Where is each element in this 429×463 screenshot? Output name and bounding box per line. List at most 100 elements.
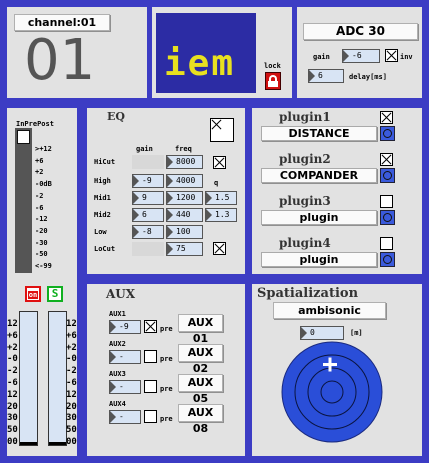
fader-scale-label: 00 [66,437,77,447]
fader-scale-label: +2 [7,342,18,353]
aux-send-label: AUX4 [109,400,126,408]
eq-freq-field[interactable]: 8000 [166,155,203,169]
fader-scale-label: -0 [7,354,18,365]
eq-freq-field[interactable]: 100 [166,225,203,239]
plugin-enable-toggle[interactable] [380,237,393,250]
lock-icon[interactable] [265,72,281,90]
eq-freq-field[interactable]: 75 [166,242,203,256]
delay-field[interactable]: 6 [308,69,344,83]
plugin-select-button[interactable]: plugin [261,252,377,267]
fader-scale-label: +2 [66,342,77,353]
fader-scale-label: 30 [7,413,18,424]
fader-scale-label: -2 [66,366,77,377]
eq-gain-header: gain [136,145,153,153]
meter-clip-indicator [17,130,30,144]
lock-label: lock [264,62,281,70]
hicut-toggle[interactable] [213,156,226,169]
gain-label: gain [313,53,330,61]
eq-q-header: q [214,179,219,187]
eq-gain-field[interactable]: -9 [132,174,164,188]
eq-band-label: Mid1 [94,194,111,202]
fader-scale-label: 12 [7,319,18,329]
eq-gain-empty [132,242,164,256]
spatial-panel: Spatialization ambisonic 0 [m] [252,284,422,456]
plugin-enable-toggle[interactable] [380,111,393,124]
aux-target-button[interactable]: AUX 08 [178,404,223,435]
logo-panel: iem lock [152,7,292,98]
eq-freq-field[interactable]: 440 [166,208,203,222]
eq-title: EQ [107,110,125,123]
eq-enable-toggle[interactable] [210,118,234,142]
meter-panel: InPrePost >+12 +6 +2 -0dB -2 -6 -12 -20 -30 -50 <-… [7,108,77,456]
eq-q-field[interactable]: 1.5 [205,191,237,205]
meter-scale-label: -12 [35,215,48,224]
eq-gain-field[interactable]: 6 [132,208,164,222]
eq-q-field[interactable]: 1.3 [205,208,237,222]
meter-scale-label: <-99 [35,262,52,270]
level-meter [15,128,32,273]
aux-target-button[interactable]: AUX 02 [178,344,223,375]
aux-pre-label: pre [160,325,173,333]
solo-button[interactable]: S [47,286,63,302]
fader-scale-label: 00 [7,437,18,447]
plugin-radio[interactable] [380,252,395,267]
aux-panel: AUX AUX1 -9 pre AUX 01 AUX2 - pre AUX 02 AUX3 - pr… [87,284,245,456]
input-gain-field[interactable]: -6 [342,49,380,63]
aux-pre-toggle[interactable] [144,320,157,333]
aux-pre-toggle[interactable] [144,410,157,423]
fader-scale-label: 12 [66,389,77,400]
mute-label: on [28,291,38,299]
spatial-mode-button[interactable]: ambisonic [273,302,386,319]
plugin-select-button[interactable]: DISTANCE [261,126,377,141]
channel-panel: channel:01 01 [7,7,147,98]
solo-label: S [51,287,59,300]
meter-scale-label: -2 [35,191,44,200]
spatial-distance-field[interactable]: 0 [300,326,344,340]
spatial-title: Spatialization [257,286,359,301]
plugin-enable-toggle[interactable] [380,195,393,208]
plugin-select-button[interactable]: plugin [261,210,377,225]
meter-scale-label: -30 [35,238,48,247]
eq-freq-field[interactable]: 1200 [166,191,203,205]
aux-target-button[interactable]: AUX 05 [178,374,223,405]
aux-send-label: AUX1 [109,310,126,318]
spatial-unit-label: [m] [350,329,363,337]
mute-button[interactable]: on [25,286,41,302]
fader-scale-label: 12 [66,319,77,329]
plugin-radio[interactable] [380,210,395,225]
invert-toggle[interactable] [385,49,398,62]
aux-target-button[interactable]: AUX 01 [178,314,223,345]
fader-left-track[interactable] [19,311,38,446]
plugin-select-button[interactable]: COMPANDER [261,168,377,183]
eq-gain-field[interactable]: 9 [132,191,164,205]
plugin-radio[interactable] [380,168,395,183]
aux-send-field[interactable]: -9 [109,320,141,334]
plugin-radio[interactable] [380,126,395,141]
aux-send-field[interactable]: - [109,350,141,364]
eq-freq-field[interactable]: 4000 [166,174,203,188]
adc-button[interactable]: ADC 30 [303,23,418,40]
meter-scale-label: >+12 [35,145,52,153]
aux-send-field[interactable]: - [109,410,141,424]
fader-scale-label: 50 [66,425,77,436]
fader-scale-label: -0 [66,354,77,365]
plugin-enable-toggle[interactable] [380,153,393,166]
eq-gain-field[interactable]: -8 [132,225,164,239]
iem-logo: iem [156,13,256,93]
aux-pre-toggle[interactable] [144,350,157,363]
aux-pre-toggle[interactable] [144,380,157,393]
eq-band-label: Low [94,228,107,236]
locut-toggle[interactable] [213,242,226,255]
plugin-title: plugin2 [279,152,331,166]
aux-send-field[interactable]: - [109,380,141,394]
meter-mode-label: InPrePost [16,120,54,128]
plugin-title: plugin4 [279,236,331,250]
eq-gain-empty [132,155,164,169]
plugin-title: plugin1 [279,110,331,124]
fader-scale-label: 12 [7,389,18,400]
aux-pre-label: pre [160,385,173,393]
fader-right-track[interactable] [48,311,67,446]
fader-scale-label: 50 [7,425,18,436]
spatial-radar[interactable] [281,341,383,443]
eq-band-label: HiCut [94,158,116,166]
